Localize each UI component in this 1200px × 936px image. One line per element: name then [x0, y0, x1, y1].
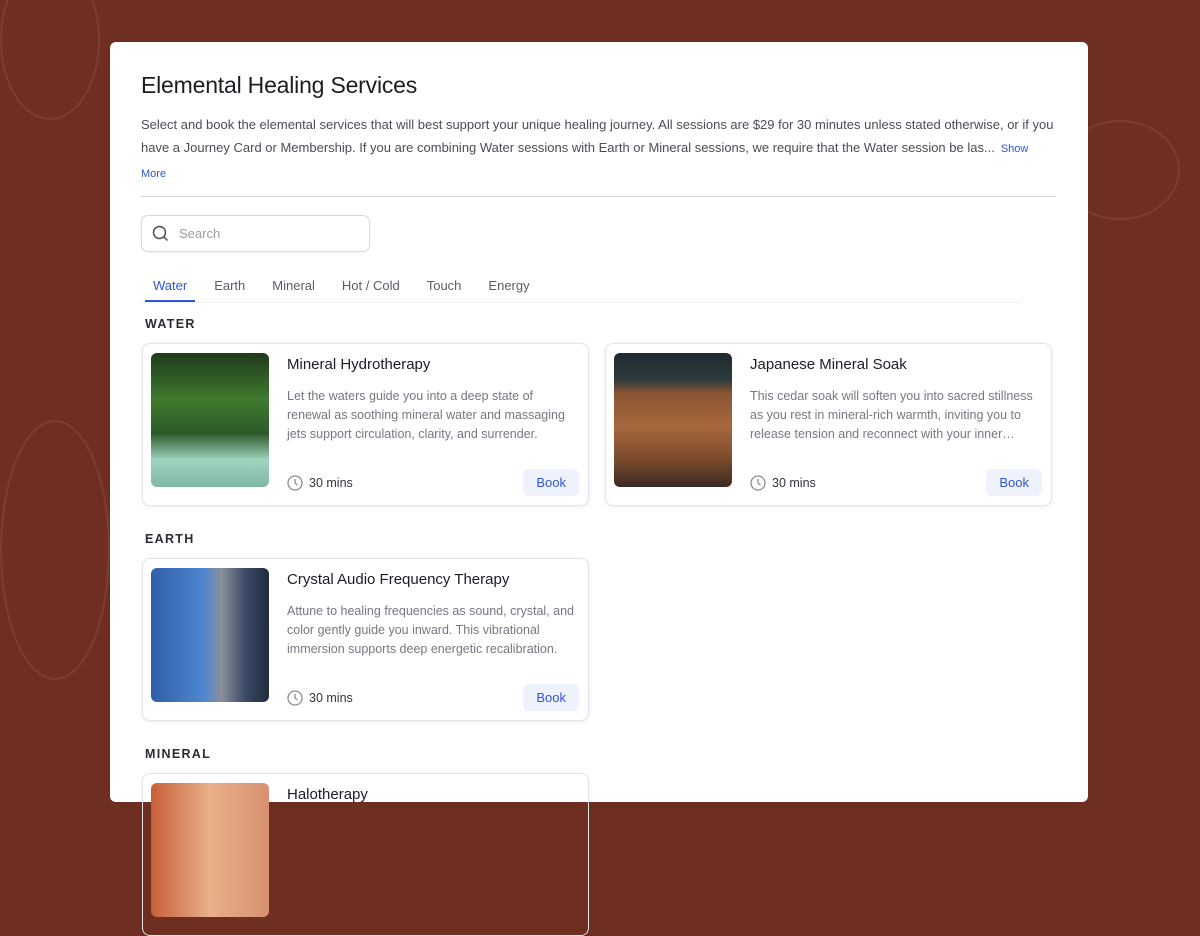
book-button[interactable]: Book — [523, 469, 579, 496]
service-description: Attune to healing frequencies as sound, … — [287, 604, 574, 656]
section-heading-water: WATER — [145, 317, 196, 331]
tab-earth[interactable]: Earth — [214, 272, 245, 302]
book-button[interactable]: Book — [986, 469, 1042, 496]
clock-icon — [287, 689, 303, 706]
tab-water[interactable]: Water — [145, 272, 196, 302]
service-card[interactable]: Halotherapy — [142, 773, 589, 936]
service-title: Japanese Mineral Soak — [750, 356, 907, 373]
category-tabs: Water Earth Mineral Hot / Cold Touch Ene… — [141, 272, 1021, 303]
service-title: Crystal Audio Frequency Therapy — [287, 571, 510, 588]
search-box[interactable] — [141, 215, 370, 252]
section-heading-earth: EARTH — [145, 532, 195, 546]
clock-icon — [287, 474, 303, 491]
service-duration: 30 mins — [309, 475, 353, 490]
service-card[interactable]: Mineral Hydrotherapy Let the waters guid… — [142, 343, 589, 506]
service-card[interactable]: Japanese Mineral Soak This cedar soak wi… — [605, 343, 1052, 506]
section-heading-mineral: MINERAL — [145, 747, 212, 761]
service-description: Let the waters guide you into a deep sta… — [287, 389, 565, 441]
service-title: Halotherapy — [287, 786, 368, 803]
service-image — [151, 568, 269, 702]
tab-hot-cold[interactable]: Hot / Cold — [342, 272, 400, 302]
service-description: This cedar soak will soften you into sac… — [750, 389, 1033, 441]
service-image — [151, 783, 269, 917]
tab-mineral[interactable]: Mineral — [272, 272, 315, 302]
tab-energy[interactable]: Energy — [488, 272, 529, 302]
service-duration: 30 mins — [309, 690, 353, 705]
service-title: Mineral Hydrotherapy — [287, 356, 431, 373]
book-button[interactable]: Book — [523, 684, 579, 711]
service-image — [151, 353, 269, 487]
page-title: Elemental Healing Services — [141, 72, 418, 98]
description-text: Select and book the elemental services t… — [141, 117, 1054, 155]
background-decoration — [0, 0, 100, 120]
search-icon — [152, 225, 169, 242]
tab-touch[interactable]: Touch — [427, 272, 462, 302]
search-input[interactable] — [179, 226, 349, 241]
page-description: Select and book the elemental services t… — [141, 113, 1056, 186]
divider — [141, 196, 1056, 197]
service-card[interactable]: Crystal Audio Frequency Therapy Attune t… — [142, 558, 589, 721]
service-duration: 30 mins — [772, 475, 816, 490]
services-panel: Elemental Healing Services Select and bo… — [110, 42, 1088, 936]
clock-icon — [750, 474, 766, 491]
background-decoration — [0, 420, 110, 680]
service-image — [614, 353, 732, 487]
